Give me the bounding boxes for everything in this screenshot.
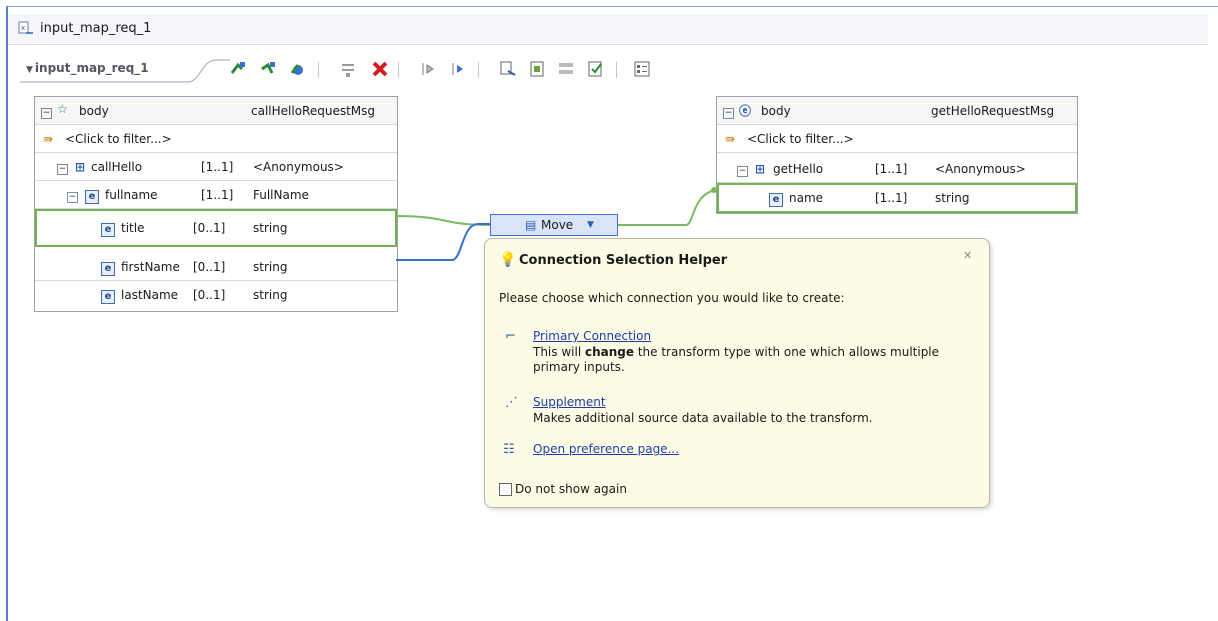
connection-line-supplement — [396, 223, 490, 261]
move-transform-button[interactable]: ▤ Move ▼ — [490, 214, 618, 236]
supplement-icon: ⋰ — [505, 395, 518, 410]
popup-message: Please choose which connection you would… — [499, 291, 845, 305]
primary-connection-icon: ⌐ — [505, 329, 516, 344]
supplement-link[interactable]: Supplement — [533, 395, 606, 409]
preferences-icon: ☷ — [503, 442, 515, 457]
chevron-down-icon[interactable]: ▼ — [587, 220, 594, 230]
do-not-show-label: Do not show again — [515, 482, 627, 496]
close-icon[interactable]: ✕ — [963, 249, 972, 262]
connection-selection-helper: 💡 Connection Selection Helper ✕ Please c… — [484, 238, 990, 508]
lightbulb-icon: 💡 — [499, 252, 517, 268]
do-not-show-checkbox[interactable] — [499, 483, 512, 496]
primary-connection-link[interactable]: Primary Connection — [533, 329, 651, 343]
transform-icon: ▤ — [525, 218, 537, 232]
connection-line-output — [618, 189, 717, 226]
primary-connection-desc: This will change the transform type with… — [533, 345, 940, 359]
popup-title: Connection Selection Helper — [519, 253, 728, 268]
open-preference-link[interactable]: Open preference page... — [533, 442, 679, 456]
